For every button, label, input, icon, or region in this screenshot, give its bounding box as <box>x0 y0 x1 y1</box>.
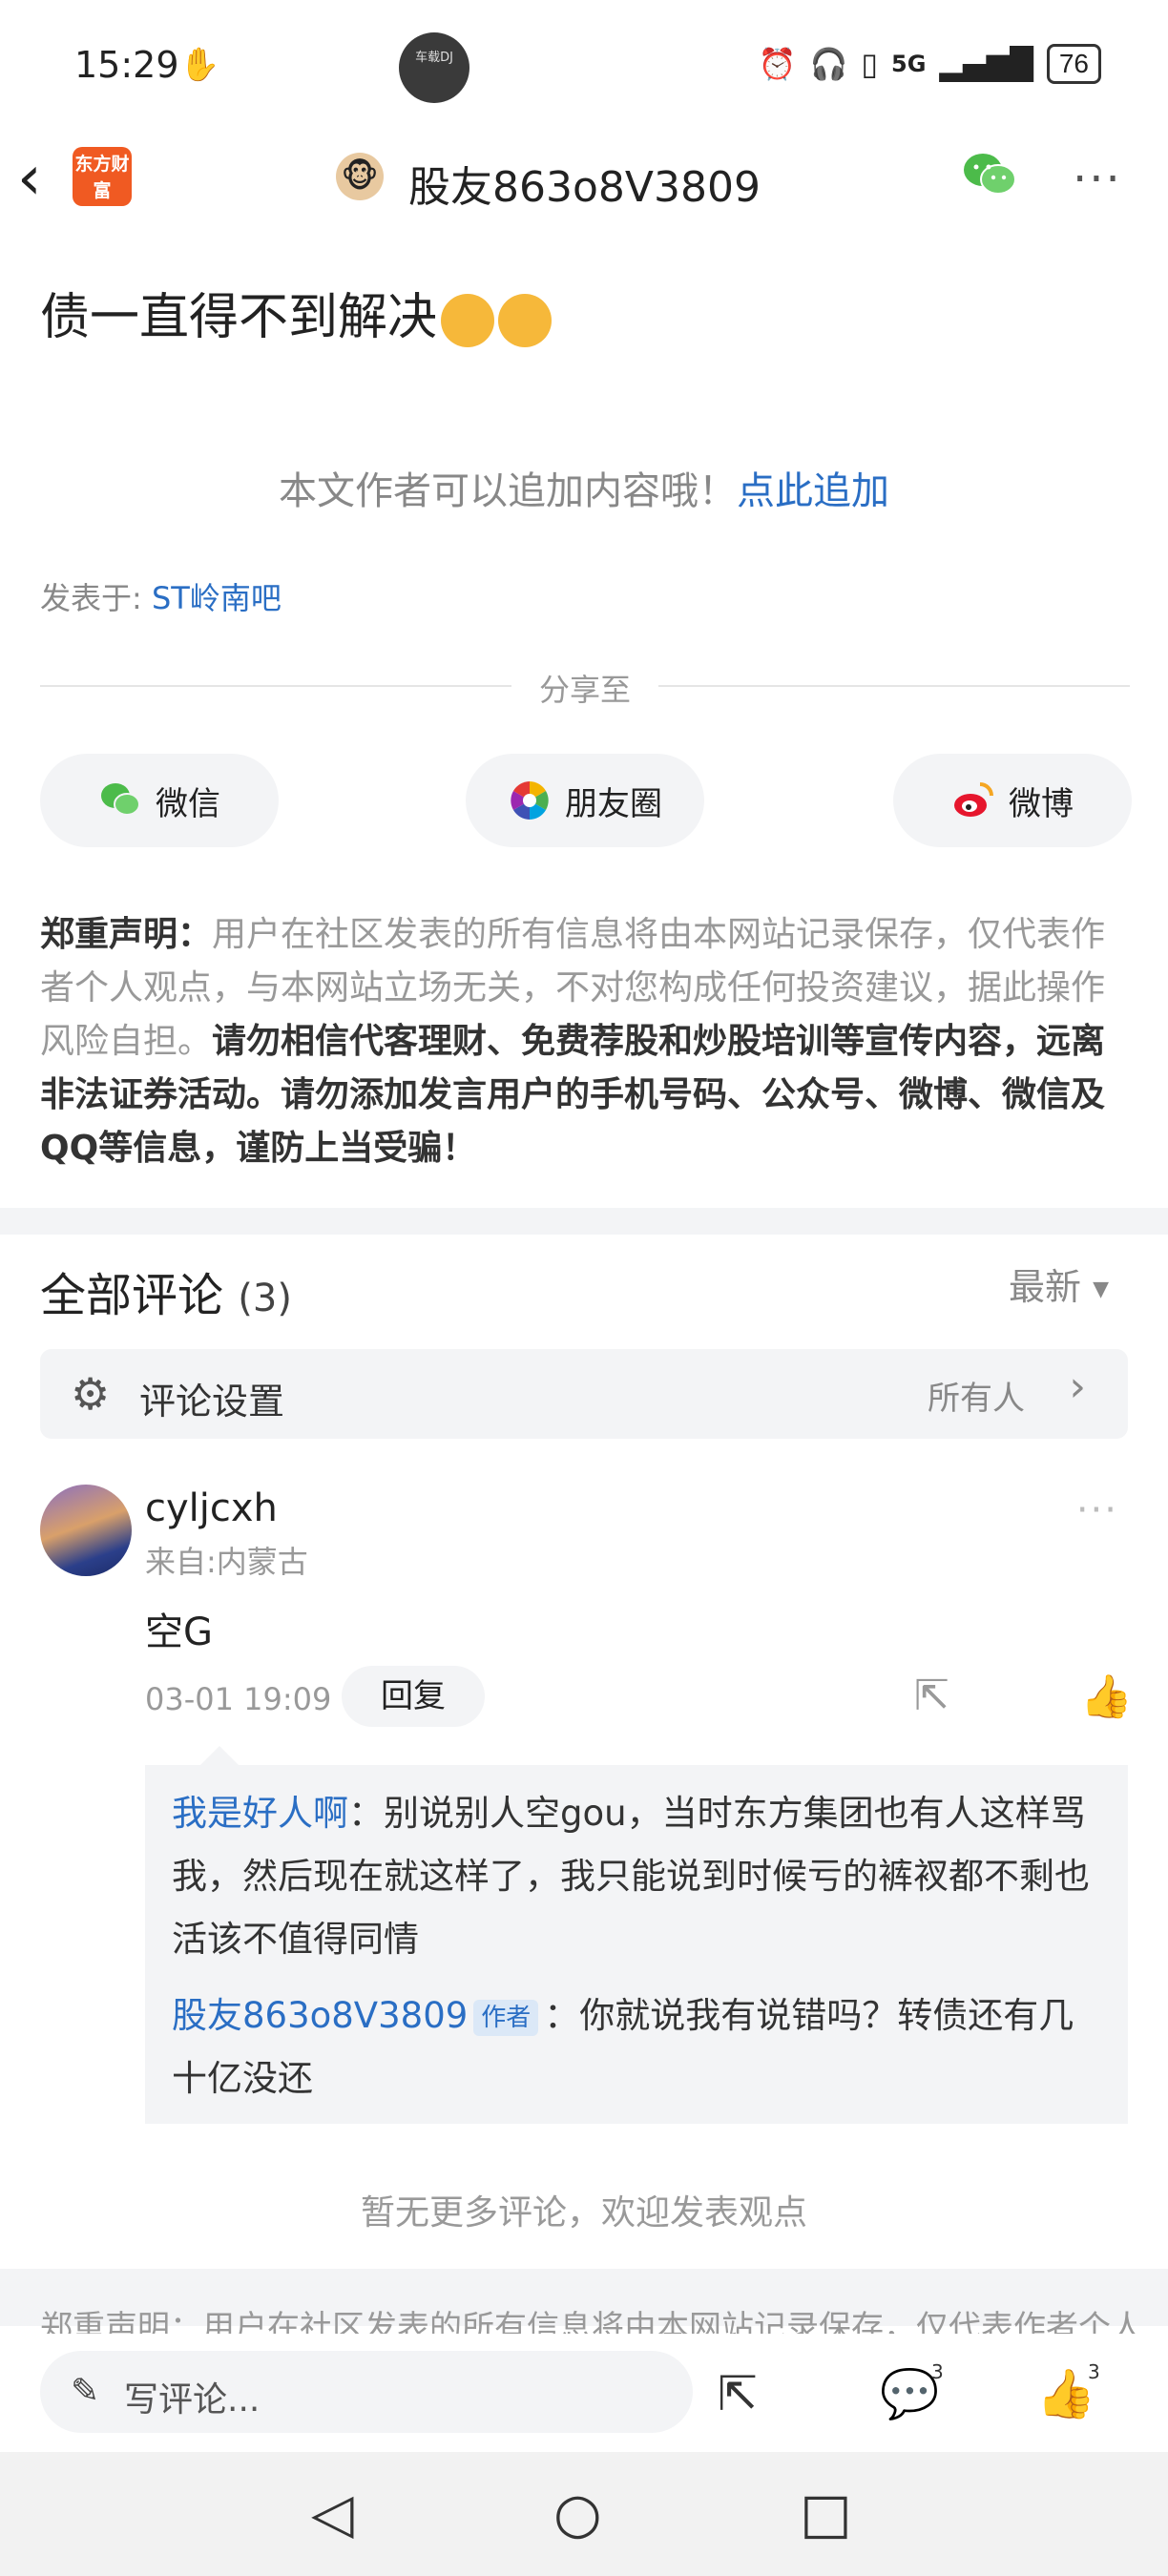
comment-date: 03-01 19:09 <box>145 1681 332 1717</box>
reply-item[interactable]: 股友863o8V3809 作者 ：你就说我有说错吗？转债还有几十亿没还 <box>172 1984 1107 2110</box>
status-icons: ⏰ 🎧 ▯ 5G ▂▄▆█ 76 <box>759 44 1101 84</box>
comment-settings-value: 所有人 <box>928 1380 1025 1418</box>
share-weibo-label: 微博 <box>1009 784 1074 823</box>
moments-icon <box>511 781 549 820</box>
share-weibo-button[interactable]: 微博 <box>893 754 1132 847</box>
thumbs-up-icon[interactable]: 👍 <box>1080 1672 1133 1721</box>
author-badge: 作者 <box>473 1999 539 2036</box>
sort-dropdown[interactable]: 最新 ▼ <box>1009 1257 1109 1310</box>
posted-in: 发表于: ST岭南吧 <box>40 574 282 618</box>
flushed-emoji-icon <box>498 294 553 347</box>
wechat-share-icon[interactable] <box>962 151 1017 197</box>
status-bar: 15:29 ✋ 车载DJ ⏰ 🎧 ▯ 5G ▂▄▆█ 76 <box>0 0 1168 134</box>
headline-text: 债一直得不到解决 <box>40 289 438 346</box>
weibo-icon <box>954 782 993 817</box>
section-divider <box>0 1208 1168 1235</box>
gear-icon: ⚙ <box>71 1368 111 1420</box>
like-icon[interactable]: 👍 <box>1036 2366 1095 2422</box>
more-options-button[interactable]: ··· <box>1073 153 1122 206</box>
status-time: 15:29 <box>74 44 179 86</box>
headphones-icon: 🎧 <box>809 46 848 82</box>
comments-title: 全部评论 <box>40 1269 224 1322</box>
pencil-icon: ✎ <box>71 2372 100 2411</box>
reply-pointer <box>200 1746 239 1765</box>
comment-text: 空G <box>145 1610 213 1654</box>
nav-back-icon[interactable]: ◁ <box>311 2481 354 2545</box>
thinking-emoji-icon <box>441 294 495 347</box>
reply-author[interactable]: 我是好人啊 <box>172 1793 348 1834</box>
nav-recents-icon[interactable]: □ <box>800 2481 852 2545</box>
alarm-icon: ⏰ <box>758 46 797 82</box>
no-more-comments: 暂无更多评论，欢迎发表观点 <box>360 2193 807 2233</box>
comments-header: 全部评论 (3) <box>40 1257 292 1324</box>
signal-icon: ▂▄▆█ <box>939 46 1033 82</box>
share-label: 分享至 <box>538 672 631 708</box>
reply-item[interactable]: 我是好人啊：别说别人空gou，当时东方集团也有人这样骂我，然后现在就这样了，我只… <box>172 1782 1107 1971</box>
commenter-avatar[interactable] <box>40 1485 132 1576</box>
app-logo[interactable]: 东方财富 <box>73 147 132 206</box>
share-divider-right <box>658 685 1130 687</box>
hand-icon: ✋ <box>179 46 220 84</box>
comment-more-icon[interactable]: ··· <box>1076 1488 1118 1532</box>
share-wechat-label: 微信 <box>156 784 220 823</box>
share-divider-left <box>40 685 511 687</box>
posted-prefix: 发表于: <box>40 580 152 616</box>
reply-author[interactable]: 股友863o8V3809 <box>172 1995 468 2036</box>
reply-button[interactable]: 回复 <box>342 1666 485 1727</box>
comment-count: 3 <box>931 2360 944 2383</box>
share-moments-label: 朋友圈 <box>565 784 662 823</box>
sort-label: 最新 <box>1008 1266 1081 1308</box>
page-title: 股友863o8V3809 <box>408 163 761 212</box>
wechat-icon <box>101 783 140 816</box>
comment-icon[interactable]: 💬 <box>880 2366 939 2422</box>
camera-badge: 车载DJ <box>399 32 469 103</box>
back-button[interactable]: ‹ <box>17 143 42 214</box>
vibrate-icon: ▯ <box>861 46 878 82</box>
post-headline: 债一直得不到解决 <box>40 277 553 348</box>
comment-input-placeholder: 写评论... <box>124 2380 261 2420</box>
like-count: 3 <box>1088 2360 1100 2383</box>
share-moments-button[interactable]: 朋友圈 <box>466 754 704 847</box>
append-prompt-text: 本文作者可以追加内容哦！ <box>279 469 737 513</box>
author-avatar-icon[interactable]: 🐵 <box>336 153 384 200</box>
share-icon[interactable]: ⇱ <box>718 2366 758 2421</box>
append-content-prompt: 本文作者可以追加内容哦！点此追加 <box>0 460 1168 515</box>
comment-settings-label: 评论设置 <box>139 1381 285 1423</box>
stock-bar-link[interactable]: ST岭南吧 <box>152 580 282 616</box>
comments-count: (3) <box>238 1277 292 1320</box>
chevron-right-icon: › <box>1069 1362 1086 1411</box>
disclaimer: 郑重声明：用户在社区发表的所有信息将由本网站记录保存，仅代表作者个人观点，与本网… <box>40 908 1132 1175</box>
share-wechat-button[interactable]: 微信 <box>40 754 279 847</box>
commenter-location: 来自:内蒙古 <box>145 1544 308 1580</box>
append-link[interactable]: 点此追加 <box>737 469 889 513</box>
disclaimer-title: 郑重声明： <box>40 915 213 954</box>
caret-down-icon: ▼ <box>1093 1278 1109 1301</box>
commenter-name[interactable]: cyljcxh <box>145 1486 278 1530</box>
nav-home-icon[interactable]: ○ <box>553 2481 602 2545</box>
network-label: 5G <box>891 51 927 77</box>
battery-indicator: 76 <box>1046 44 1101 84</box>
share-external-icon[interactable]: ⇱ <box>914 1672 949 1720</box>
